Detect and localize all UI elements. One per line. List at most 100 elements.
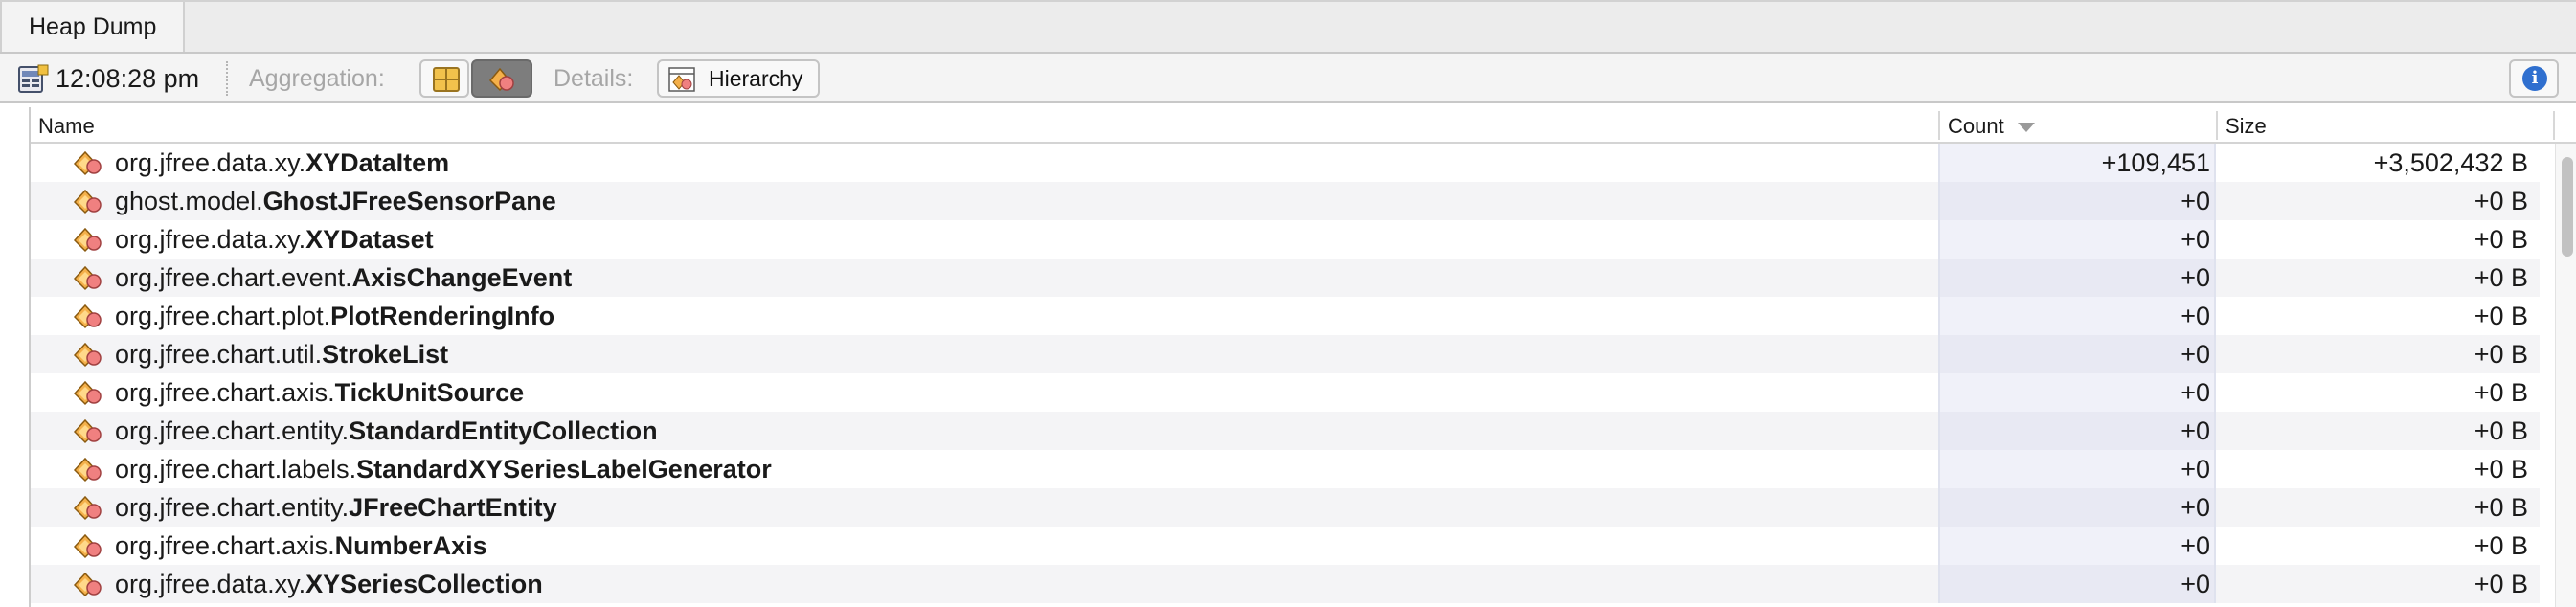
class-icon — [73, 188, 103, 214]
table-row[interactable]: org.jfree.chart.labels.StandardXYSeriesL… — [31, 450, 2540, 488]
class-name: org.jfree.chart.util.StrokeList — [115, 335, 448, 373]
class-icon — [73, 226, 103, 253]
instance-size: +0 B — [2474, 531, 2528, 560]
instance-count: +0 — [2181, 187, 2210, 215]
table-row[interactable]: org.jfree.chart.event.AxisChangeEvent +0 +… — [31, 259, 2540, 297]
column-header-name[interactable]: Name — [31, 107, 95, 142]
hierarchy-icon — [668, 67, 695, 92]
instance-size: +0 B — [2474, 340, 2528, 369]
column-header-size[interactable]: Size — [2218, 107, 2267, 142]
vertical-scrollbar[interactable] — [2555, 144, 2576, 607]
class-icon — [73, 379, 103, 406]
simple-class-name: StandardEntityCollection — [349, 416, 658, 445]
column-header-count[interactable]: Count — [1940, 107, 2035, 142]
instance-size: +0 B — [2474, 493, 2528, 522]
package-name: org.jfree.chart.entity. — [115, 416, 350, 445]
package-name: org.jfree.chart.event. — [115, 263, 352, 292]
instance-count: +0 — [2181, 531, 2210, 560]
package-aggregation-icon — [433, 67, 460, 92]
column-header-count-label: Count — [1948, 114, 2004, 138]
aggregation-class-button[interactable] — [471, 59, 532, 98]
instance-size: +0 B — [2474, 378, 2528, 407]
instance-count: +0 — [2181, 570, 2210, 598]
class-icon — [73, 532, 103, 559]
instance-size: +3,502,432 B — [2373, 148, 2528, 177]
package-name: ghost.model. — [115, 187, 263, 215]
class-icon — [73, 571, 103, 597]
table-row[interactable]: org.jfree.chart.entity.StandardEntityCol… — [31, 412, 2540, 450]
class-name: ghost.model.GhostJFreeSensorPane — [115, 182, 556, 220]
simple-class-name: XYSeriesCollection — [305, 570, 543, 598]
class-name: org.jfree.chart.axis.TickUnitSource — [115, 373, 524, 412]
class-icon — [73, 417, 103, 444]
scrollbar-thumb[interactable] — [2562, 157, 2573, 257]
table-row[interactable]: org.jfree.chart.util.StrokeList +0 +0 B — [31, 335, 2540, 373]
package-name: org.jfree.chart.axis. — [115, 531, 335, 560]
class-icon — [73, 303, 103, 329]
tab-heap-dump[interactable]: Heap Dump — [0, 2, 186, 52]
class-aggregation-icon — [488, 67, 515, 92]
instance-size: +0 B — [2474, 263, 2528, 292]
table-row[interactable]: org.jfree.chart.entity.JFreeChartEntity +… — [31, 488, 2540, 527]
class-icon — [73, 456, 103, 483]
sort-descending-icon — [2017, 123, 2035, 133]
heap-dump-window: Heap Dump 12:08:28 pm Aggregation: Detai… — [0, 0, 2576, 607]
simple-class-name: JFreeChartEntity — [349, 493, 557, 522]
simple-class-name: StandardXYSeriesLabelGenerator — [356, 455, 772, 483]
instance-size: +0 B — [2474, 416, 2528, 445]
instance-count: +0 — [2181, 378, 2210, 407]
instance-count: +0 — [2181, 302, 2210, 330]
class-name: org.jfree.data.xy.XYSeriesCollection — [115, 565, 543, 603]
instance-size: +0 B — [2474, 302, 2528, 330]
instance-size: +0 B — [2474, 225, 2528, 254]
class-name: org.jfree.chart.labels.StandardXYSeriesL… — [115, 450, 772, 488]
instance-count: +0 — [2181, 263, 2210, 292]
instance-size: +0 B — [2474, 187, 2528, 215]
aggregation-package-button[interactable] — [419, 59, 469, 98]
package-name: org.jfree.chart.plot. — [115, 302, 331, 330]
instance-count: +0 — [2181, 493, 2210, 522]
instance-count: +0 — [2181, 225, 2210, 254]
table-row[interactable]: org.jfree.data.xy.XYDataset +0 +0 B — [31, 220, 2540, 259]
instance-count: +0 — [2181, 455, 2210, 483]
instance-count: +0 — [2181, 416, 2210, 445]
hierarchy-button[interactable]: Hierarchy — [657, 59, 820, 98]
class-icon — [73, 149, 103, 176]
package-name: org.jfree.data.xy. — [115, 225, 306, 254]
table-row[interactable]: org.jfree.chart.axis.NumberAxis +0 +0 B — [31, 527, 2540, 565]
heap-snapshot-icon[interactable] — [17, 63, 50, 94]
instance-size: +0 B — [2474, 570, 2528, 598]
table-row[interactable]: org.jfree.data.xy.XYDataItem +109,451 +3,5… — [31, 144, 2540, 182]
details-label: Details: — [554, 65, 634, 92]
class-name: org.jfree.data.xy.XYDataset — [115, 220, 434, 259]
simple-class-name: StrokeList — [322, 340, 449, 369]
info-icon: i — [2522, 66, 2547, 91]
aggregation-label: Aggregation: — [249, 65, 385, 92]
hierarchy-label: Hierarchy — [709, 66, 803, 91]
package-name: org.jfree.chart.axis. — [115, 378, 335, 407]
table-row[interactable]: org.jfree.data.xy.XYSeriesCollection +0 +0… — [31, 565, 2540, 603]
class-name: org.jfree.chart.entity.StandardEntityCol… — [115, 412, 658, 450]
snapshot-time: 12:08:28 pm — [56, 64, 200, 93]
table-row[interactable]: org.jfree.chart.axis.TickUnitSource +0 +0 … — [31, 373, 2540, 412]
package-name: org.jfree.chart.entity. — [115, 493, 350, 522]
simple-class-name: PlotRenderingInfo — [330, 302, 555, 330]
simple-class-name: AxisChangeEvent — [351, 263, 573, 292]
title-bar: Heap Dump — [0, 0, 2576, 54]
simple-class-name: XYDataItem — [305, 148, 450, 177]
heap-table: Name Count Size org.jfree.data.xy.XYData… — [29, 107, 2576, 607]
table-row[interactable]: ghost.model.GhostJFreeSensorPane +0 +0 B — [31, 182, 2540, 220]
table-body: org.jfree.data.xy. XYDataItem +109,451 +3,5… — [31, 144, 2540, 603]
class-name: org.jfree.chart.plot.PlotRenderingInfo — [115, 297, 554, 335]
simple-class-name: GhostJFreeSensorPane — [262, 187, 556, 215]
table-row[interactable]: org.jfree.chart.plot.PlotRenderingInfo +0… — [31, 297, 2540, 335]
class-icon — [73, 494, 103, 521]
simple-class-name: NumberAxis — [334, 531, 487, 560]
info-button[interactable]: i — [2509, 59, 2559, 98]
package-name: org.jfree.chart.labels. — [115, 455, 357, 483]
package-name: org.jfree.data.xy. — [115, 570, 306, 598]
toolbar: 12:08:28 pm Aggregation: Details: Hierar… — [0, 54, 2576, 103]
instance-count: +109,451 — [2101, 148, 2210, 177]
class-icon — [73, 264, 103, 291]
class-name: org.jfree.chart.event.AxisChangeEvent — [115, 259, 572, 297]
